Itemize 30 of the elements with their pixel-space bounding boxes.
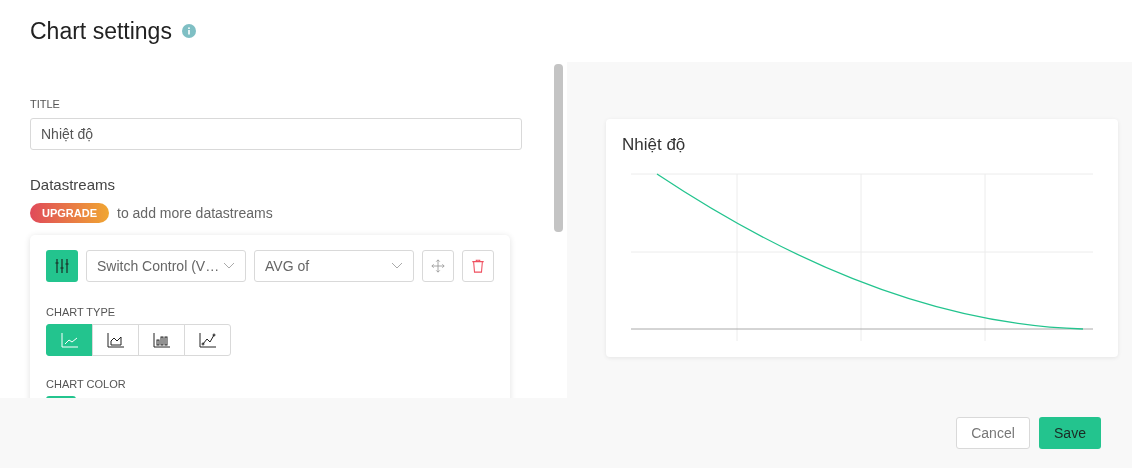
save-button[interactable]: Save [1039,417,1101,449]
field-label: CHART TYPE [46,306,117,318]
chart-title: Nhiệt độ [622,135,687,155]
settings-button[interactable] [46,250,78,282]
bar-chart-icon [152,332,171,348]
chevron-down-icon [223,262,235,270]
upgrade-hint: to add more datastreams [117,205,273,221]
chart-type-tab[interactable] [92,324,139,356]
chevron-down-icon [391,262,403,270]
scatter-line-icon [198,332,217,348]
aggregation-dropdown[interactable]: AVG of [254,250,414,282]
chart-type-tab[interactable] [46,324,93,356]
delete-button[interactable] [462,250,494,282]
move-arrows-icon [431,259,445,273]
section-heading: Datastreams [30,176,117,193]
field-label: TITLE [30,98,61,110]
field-label: CHART COLOR [46,378,127,390]
chart-type-tab[interactable] [184,324,231,356]
title-field[interactable]: Nhiệt độ [30,118,522,150]
scrollbar[interactable] [554,64,563,232]
info-icon[interactable] [181,24,196,38]
sliders-icon [54,258,70,274]
line-chart-icon [60,332,79,348]
cancel-button[interactable]: Cancel [956,417,1030,449]
window-title: Chart settings [30,17,172,45]
datastream-dropdown[interactable]: Switch Control (V… [86,250,246,282]
chart-type-tab[interactable] [138,324,185,356]
area-chart-icon [106,332,125,348]
move-button[interactable] [422,250,454,282]
trash-icon [471,258,485,274]
